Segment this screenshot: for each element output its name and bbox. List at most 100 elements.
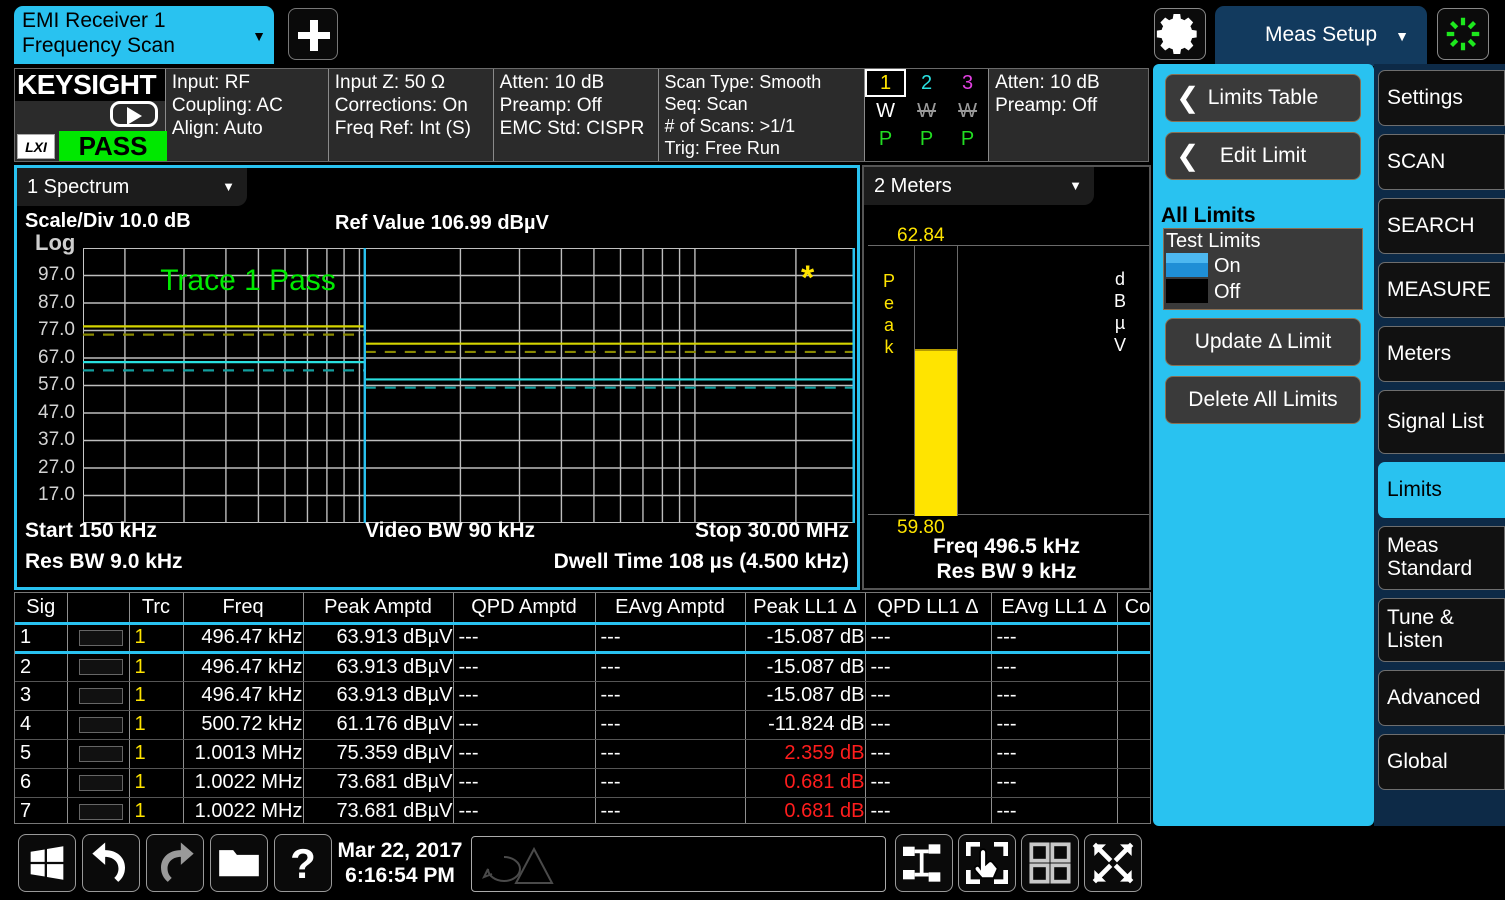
- trace-1-number[interactable]: 1: [865, 69, 907, 97]
- test-limits-off-option[interactable]: Off: [1164, 279, 1362, 305]
- delete-all-limits-button[interactable]: Delete All Limits: [1165, 376, 1361, 424]
- menu-item-measure[interactable]: MEASURE: [1378, 262, 1505, 318]
- spectrum-grid-area[interactable]: Trace 1 Pass *: [83, 248, 855, 523]
- y-axis-tick-8: 17.0: [38, 484, 75, 506]
- cell-freq: 496.47 kHz: [183, 652, 304, 682]
- redo-button[interactable]: [146, 834, 204, 892]
- file-folder-button[interactable]: [210, 834, 268, 892]
- chevron-down-icon[interactable]: ▼: [1069, 167, 1082, 205]
- y-axis-tick-7: 27.0: [38, 456, 75, 478]
- status-col-input[interactable]: Input: RF Coupling: AC Align: Auto: [166, 69, 329, 161]
- status-col-scan[interactable]: Scan Type: Smooth Seq: Scan # of Scans: …: [659, 69, 866, 161]
- signal-list-table[interactable]: Sig Trc Freq Peak Amptd QPD Amptd EAvg Amptd P…: [14, 592, 1151, 824]
- chevron-down-icon[interactable]: ▼: [252, 28, 266, 44]
- table-row[interactable]: 1 1 496.47 kHz 63.913 dBµV --- --- -15.087 dB -…: [15, 621, 1150, 654]
- windows-start-button[interactable]: [18, 834, 76, 892]
- table-row[interactable]: 2 1 496.47 kHz 63.913 dBµV --- --- -15.087 dB -…: [15, 652, 1150, 682]
- menu-item-global[interactable]: Global: [1378, 734, 1505, 790]
- delete-all-limits-label: Delete All Limits: [1188, 388, 1338, 411]
- touch-pointer-icon: [966, 842, 1008, 884]
- touch-mode-button[interactable]: [958, 834, 1016, 892]
- menu-item-meas-standard[interactable]: Meas Standard: [1378, 526, 1505, 590]
- column-header-1[interactable]: [67, 593, 130, 624]
- menu-item-limits[interactable]: Limits: [1378, 462, 1505, 518]
- table-row[interactable]: 5 1 1.0013 MHz 75.359 dBµV --- --- 2.359 dB ---…: [15, 739, 1150, 769]
- table-row[interactable]: 6 1 1.0022 MHz 73.681 dBµV --- --- 0.681 dB ---…: [15, 768, 1150, 798]
- limits-table-button[interactable]: ❮ Limits Table: [1165, 74, 1361, 122]
- cell-eavg-amptd: ---: [595, 681, 746, 711]
- test-limits-on-option[interactable]: On: [1164, 253, 1362, 279]
- column-header-9[interactable]: EAvg LL1 Δ: [991, 593, 1118, 624]
- stop-freq-label[interactable]: Stop 30.00 MHz: [695, 519, 849, 543]
- column-header-0[interactable]: Sig: [15, 593, 68, 624]
- cell-qpd-ll1-delta: ---: [865, 621, 992, 654]
- meter-freq-label[interactable]: Freq 496.5 kHz: [864, 534, 1149, 559]
- table-row[interactable]: 3 1 496.47 kHz 63.913 dBµV --- --- -15.087 dB -…: [15, 681, 1150, 711]
- menu-item-advanced[interactable]: Advanced: [1378, 670, 1505, 726]
- table-row[interactable]: 7 1 1.0022 MHz 73.681 dBµV --- --- 0.681 dB ---…: [15, 797, 1150, 823]
- all-limits-heading: All Limits: [1161, 204, 1256, 227]
- column-header-5[interactable]: QPD Amptd: [453, 593, 596, 624]
- menu-item-signal-list[interactable]: Signal List: [1378, 390, 1505, 454]
- cell-peak-ll1-delta: 0.681 dB: [745, 768, 866, 798]
- cell-swatch: [67, 621, 130, 654]
- menu-item-search[interactable]: SEARCH: [1378, 198, 1505, 254]
- status-col-atten[interactable]: Atten: 10 dB Preamp: Off EMC Std: CISPR: [494, 69, 659, 161]
- meas-setup-tab[interactable]: Meas Setup ▼: [1215, 6, 1427, 66]
- help-button[interactable]: ?: [274, 834, 332, 892]
- test-limits-toggle-group[interactable]: Test Limits On Off: [1163, 228, 1363, 310]
- meter-resbw-label[interactable]: Res BW 9 kHz: [864, 559, 1149, 584]
- y-axis-tick-3: 67.0: [38, 346, 75, 368]
- cell-eavg-ll1-delta: ---: [991, 652, 1118, 682]
- table-row[interactable]: 4 1 500.72 kHz 61.176 dBµV --- --- -11.824 dB -…: [15, 710, 1150, 740]
- menu-item-label: Advanced: [1387, 686, 1481, 709]
- res-bw-label[interactable]: Res BW 9.0 kHz: [25, 550, 183, 574]
- ref-value-label[interactable]: Ref Value 106.99 dBµV: [335, 212, 549, 235]
- status-col-impedance[interactable]: Input Z: 50 Ω Corrections: On Freq Ref: …: [329, 69, 494, 161]
- column-header-7[interactable]: Peak LL1 Δ: [745, 593, 866, 624]
- column-header-8[interactable]: QPD LL1 Δ: [865, 593, 992, 624]
- start-freq-label[interactable]: Start 150 kHz: [25, 519, 157, 543]
- menu-item-meters[interactable]: Meters: [1378, 326, 1505, 382]
- pass-status-badge: PASS: [59, 131, 167, 161]
- meters-window-selector[interactable]: 2 Meters ▼: [864, 167, 1094, 205]
- menu-item-settings[interactable]: Settings: [1378, 70, 1505, 126]
- column-header-10[interactable]: Composite Δ: [1117, 593, 1150, 624]
- cell-qpd-ll1-delta: ---: [865, 710, 992, 740]
- undo-button[interactable]: [82, 834, 140, 892]
- video-bw-label[interactable]: Video BW 90 kHz: [365, 519, 535, 543]
- window-layout-button[interactable]: [1021, 834, 1079, 892]
- measurement-busy-button[interactable]: [1437, 8, 1489, 60]
- add-tab-button[interactable]: [288, 8, 338, 60]
- column-header-2[interactable]: Trc: [129, 593, 184, 624]
- fullscreen-button[interactable]: [1084, 834, 1142, 892]
- column-header-4[interactable]: Peak Amptd: [303, 593, 454, 624]
- trace-indicator-box[interactable]: 1 2 3 W W W P P P: [865, 69, 990, 161]
- menu-item-label: Settings: [1387, 86, 1463, 109]
- annotation-toolbar[interactable]: [471, 836, 886, 892]
- plus-icon: [310, 20, 318, 51]
- spectrum-panel[interactable]: 1 Spectrum ▼ Scale/Div 10.0 dB Ref Value…: [14, 165, 860, 590]
- settings-gear-button[interactable]: [1154, 8, 1206, 60]
- network-button[interactable]: [895, 834, 953, 892]
- menu-item-tune-listen[interactable]: Tune & Listen: [1378, 598, 1505, 662]
- cell-composite-delta: 24.500 dB: [1117, 652, 1150, 682]
- trace-2-number[interactable]: 2: [906, 69, 947, 97]
- trace-3-number[interactable]: 3: [947, 69, 988, 97]
- edit-limit-label: Edit Limit: [1219, 144, 1307, 167]
- edit-limit-button[interactable]: ❮ Edit Limit: [1165, 132, 1361, 180]
- dwell-time-label[interactable]: Dwell Time 108 µs (4.500 kHz): [554, 550, 849, 574]
- column-header-6[interactable]: EAvg Amptd: [595, 593, 746, 624]
- meters-panel[interactable]: 2 Meters ▼ 62.84 Peak dBµV 59.80 Freq 49…: [862, 165, 1151, 590]
- status-col-atten2[interactable]: Atten: 10 dB Preamp: Off: [989, 69, 1148, 161]
- column-header-3[interactable]: Freq: [183, 593, 304, 624]
- update-delta-limit-button[interactable]: Update Δ Limit: [1165, 318, 1361, 366]
- tab-emi-receiver[interactable]: EMI Receiver 1 Frequency Scan ▼: [14, 6, 274, 64]
- chevron-down-icon[interactable]: ▼: [222, 168, 235, 206]
- chevron-down-icon[interactable]: ▼: [1395, 6, 1409, 66]
- trace-1-detector: W: [876, 100, 896, 122]
- menu-item-scan[interactable]: SCAN: [1378, 134, 1505, 190]
- spectrum-window-selector[interactable]: 1 Spectrum ▼: [17, 168, 247, 206]
- status-input-z: Input Z: 50 Ω: [334, 72, 446, 93]
- limits-control-panel: ❮ Limits Table ❮ Edit Limit All Limits T…: [1153, 64, 1374, 826]
